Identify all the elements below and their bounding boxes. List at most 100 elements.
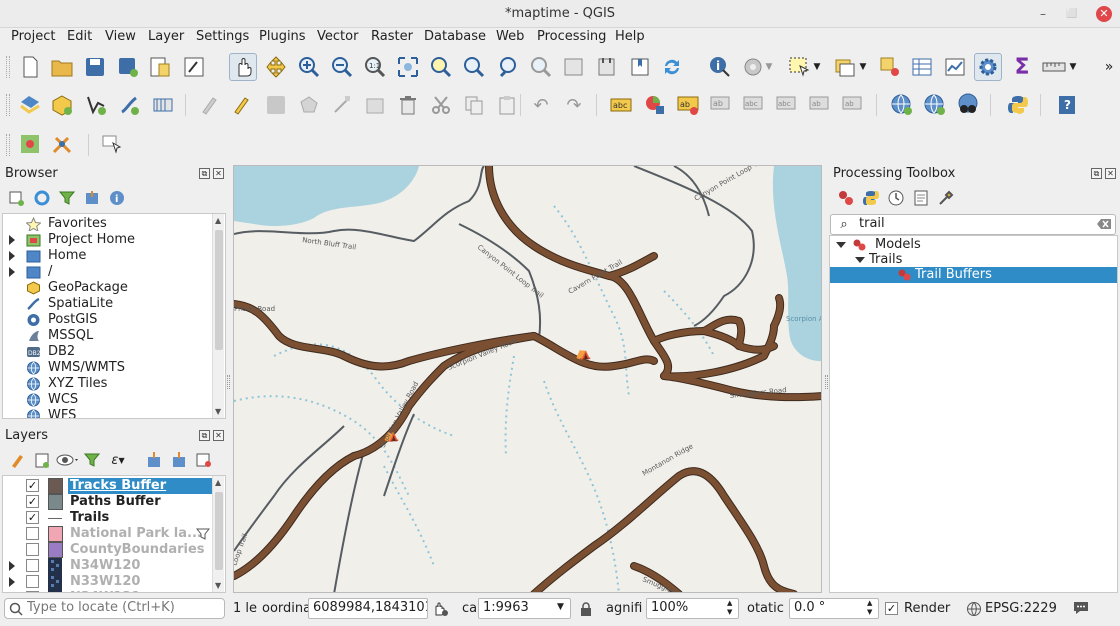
coordinate-toggle-icon[interactable] xyxy=(432,600,450,622)
menu-raster[interactable]: Raster xyxy=(371,28,413,45)
processing-float-button[interactable]: ⧉ xyxy=(1091,168,1102,179)
layers-scrollbar[interactable]: ▲ ▼ xyxy=(212,476,224,592)
magnifier-stepper[interactable]: ▲ ▼ xyxy=(727,599,732,617)
paste-features-icon[interactable] xyxy=(495,93,519,117)
filter-expression-icon[interactable]: ε ▼ xyxy=(106,448,130,472)
menu-layer[interactable]: Layer xyxy=(148,28,184,45)
processing-toolbox-icon[interactable] xyxy=(974,53,1002,81)
processing-tree-item[interactable]: Trail Buffers xyxy=(830,267,1117,283)
attribute-table-icon[interactable] xyxy=(910,55,934,79)
toolbar-grip[interactable] xyxy=(6,94,10,116)
data-source-manager-icon[interactable] xyxy=(18,93,42,117)
add-wfs-layer-icon[interactable] xyxy=(923,93,947,117)
plugin-tools-icon[interactable] xyxy=(50,132,74,156)
new-geopackage-icon[interactable] xyxy=(50,93,74,117)
processing-search-input[interactable]: trail xyxy=(830,214,1116,235)
pin-labels-icon[interactable]: ab xyxy=(709,93,733,117)
zoom-next-icon[interactable] xyxy=(529,55,553,79)
layer-visibility-checkbox[interactable] xyxy=(26,575,39,588)
browser-refresh-icon[interactable] xyxy=(30,186,54,210)
layer-item[interactable]: N34W120 xyxy=(3,558,213,574)
map-canvas[interactable]: ⛺ ⛺ North Bluff Trail Canyon Point Loop … xyxy=(233,165,822,593)
new-shapefile-icon[interactable] xyxy=(84,93,108,117)
zoom-out-icon[interactable] xyxy=(330,55,354,79)
layer-visibility-checkbox[interactable]: ✓ xyxy=(26,511,39,524)
menu-view[interactable]: View xyxy=(105,28,136,45)
add-group-icon[interactable] xyxy=(30,448,54,472)
layer-visibility-checkbox[interactable] xyxy=(26,559,39,572)
move-label-icon[interactable]: abc xyxy=(775,93,799,117)
plugin-georeferencer-icon[interactable] xyxy=(18,132,42,156)
right-dock-splitter[interactable] xyxy=(825,375,828,389)
highlight-pinned-labels-icon[interactable]: ab xyxy=(676,93,700,117)
toolbar-grip[interactable] xyxy=(6,134,10,156)
browser-item[interactable]: SpatiaLite xyxy=(3,296,213,312)
clear-search-icon[interactable] xyxy=(1095,215,1113,233)
browser-item[interactable]: WCS xyxy=(3,392,213,408)
locator-input[interactable]: Type to locate (Ctrl+K) xyxy=(4,598,225,619)
diagram-options-icon[interactable] xyxy=(643,93,667,117)
metasearch-icon[interactable] xyxy=(956,93,980,117)
browser-item[interactable]: WMS/WMTS xyxy=(3,360,213,376)
messages-icon[interactable] xyxy=(1072,600,1090,620)
current-edits-icon[interactable] xyxy=(198,93,222,117)
expand-arrow-icon[interactable] xyxy=(9,235,15,245)
layer-item[interactable]: N33W120 xyxy=(3,574,213,590)
menu-edit[interactable]: Edit xyxy=(67,28,92,45)
toolbar-overflow-icon[interactable]: » xyxy=(1097,55,1120,79)
browser-item[interactable]: Project Home xyxy=(3,232,213,248)
crs-label[interactable]: EPSG:2229 xyxy=(985,601,1057,616)
new-virtual-layer-icon[interactable] xyxy=(151,93,175,117)
redo-icon[interactable]: ↷ xyxy=(562,93,586,117)
layer-visibility-checkbox[interactable] xyxy=(26,527,39,540)
select-by-value-icon[interactable] xyxy=(833,55,857,79)
restore-button[interactable]: ⬜ xyxy=(1065,7,1079,21)
cut-features-icon[interactable] xyxy=(429,93,453,117)
collapse-arrow-icon[interactable] xyxy=(836,242,846,248)
visibility-icon[interactable] xyxy=(56,448,80,472)
layers-float-button[interactable]: ⧉ xyxy=(199,430,210,441)
rotation-stepper[interactable]: ▲ ▼ xyxy=(867,599,872,617)
rotation-spinbox[interactable]: 0.0 ° xyxy=(789,598,879,619)
processing-tree-item[interactable]: Models xyxy=(830,237,1117,253)
collapse-all-icon[interactable] xyxy=(80,186,104,210)
processing-close-button[interactable]: ✕ xyxy=(1105,168,1116,179)
style-manager-icon[interactable] xyxy=(182,55,206,79)
scale-dropdown-icon[interactable]: ▼ xyxy=(557,602,564,612)
browser-close-button[interactable]: ✕ xyxy=(213,168,224,179)
zoom-native-icon[interactable]: 1:1 xyxy=(363,55,387,79)
zoom-in-icon[interactable] xyxy=(297,55,321,79)
rotate-label-icon[interactable]: ab xyxy=(808,93,832,117)
style-dock-icon[interactable] xyxy=(6,448,30,472)
deselect-icon[interactable] xyxy=(878,55,902,79)
save-edits-icon[interactable] xyxy=(264,93,288,117)
browser-item[interactable]: WFS xyxy=(3,408,213,418)
layer-item[interactable]: ✓ Tracks Buffer xyxy=(3,478,213,494)
models-icon[interactable] xyxy=(834,186,858,210)
menu-vector[interactable]: Vector xyxy=(317,28,358,45)
toolbar-grip[interactable] xyxy=(6,56,10,78)
new-print-layout-icon[interactable] xyxy=(148,55,172,79)
close-button[interactable]: ✕ xyxy=(1096,6,1112,22)
new-spatialite-icon[interactable] xyxy=(117,93,141,117)
label-tool-icon[interactable]: abc xyxy=(609,93,633,117)
collapse-layers-icon[interactable] xyxy=(167,448,191,472)
scripts-python-icon[interactable] xyxy=(859,186,883,210)
save-project-icon[interactable] xyxy=(83,55,107,79)
measure-icon[interactable] xyxy=(1042,55,1066,79)
menu-settings[interactable]: Settings xyxy=(196,28,249,45)
layer-item[interactable]: ✓ Trails xyxy=(3,510,213,526)
browser-filter-icon[interactable] xyxy=(55,186,79,210)
left-dock-splitter[interactable] xyxy=(227,375,230,389)
add-wms-layer-icon[interactable] xyxy=(890,93,914,117)
layer-item[interactable]: ✓ Paths Buffer xyxy=(3,494,213,510)
sum-icon[interactable]: Σ xyxy=(1010,55,1034,80)
delete-selected-icon[interactable] xyxy=(396,93,420,117)
crs-globe-icon[interactable] xyxy=(966,601,982,621)
layer-item[interactable]: CountyBoundaries xyxy=(3,542,213,558)
layer-visibility-checkbox[interactable]: ✓ xyxy=(26,495,39,508)
change-label-icon[interactable]: ab xyxy=(841,93,865,117)
expand-arrow-icon[interactable] xyxy=(9,577,15,587)
browser-float-button[interactable]: ⧉ xyxy=(199,168,210,179)
add-polygon-icon[interactable] xyxy=(297,93,321,117)
